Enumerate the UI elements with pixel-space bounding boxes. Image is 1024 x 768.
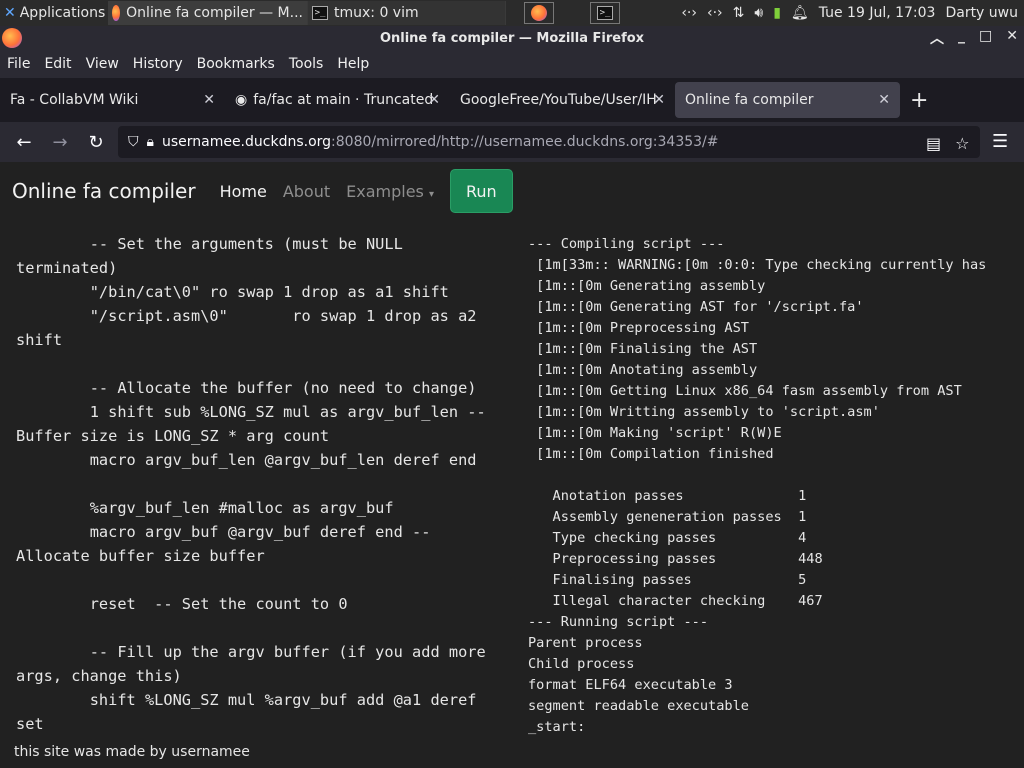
new-tab-icon[interactable]: + — [910, 88, 928, 113]
terminal-icon: >_ — [597, 6, 613, 20]
site-navbar: Online fa compiler Home About Examples ▾… — [0, 162, 1024, 220]
battery-icon[interactable]: ▮ — [773, 5, 781, 21]
github-icon: ◉ — [235, 92, 248, 108]
menu-help[interactable]: Help — [330, 56, 376, 72]
xfce-logo-icon: ✕ — [4, 5, 16, 21]
applications-menu[interactable]: ✕ Applications ⁝ — [0, 0, 108, 26]
tab-bar: Fa - CollabVM Wiki ✕ ◉ fa/fac at main · … — [0, 78, 1024, 122]
system-tray: ‹·› ‹·› ⇅ 🔊︎ ▮ 🔔︎ Tue 19 Jul, 17:03 Dart… — [681, 5, 1024, 21]
tab-label: Fa - CollabVM Wiki — [10, 92, 139, 108]
caret-down-icon: ▾ — [428, 188, 435, 200]
menu-bookmarks[interactable]: Bookmarks — [190, 56, 282, 72]
url-bar[interactable]: ⛉ 🔒︎ usernamee.duckdns.org:8080/mirrored… — [118, 126, 980, 158]
updown-icon[interactable]: ⇅ — [733, 5, 745, 21]
firefox-icon — [2, 28, 22, 48]
url-host: usernamee.duckdns.org — [161, 134, 332, 150]
back-icon[interactable]: ← — [6, 132, 42, 153]
url-path: :8080/mirrored/http://usernamee.duckdns.… — [331, 134, 719, 150]
menu-history[interactable]: History — [126, 56, 190, 72]
desktop-panel: ✕ Applications ⁝ Online fa compiler — M.… — [0, 0, 1024, 26]
forward-icon[interactable]: → — [42, 132, 78, 153]
terminal-icon: >_ — [312, 6, 328, 20]
nav-about[interactable]: About — [283, 182, 330, 201]
menu-file[interactable]: File — [0, 56, 37, 72]
firefox-icon — [531, 5, 547, 21]
taskbar-window-tmux[interactable]: >_ tmux: 0 vim — [308, 1, 506, 25]
run-button[interactable]: Run — [450, 169, 513, 213]
reader-view-icon[interactable]: ▤ — [926, 134, 941, 153]
nav-examples[interactable]: Examples ▾ — [346, 182, 434, 201]
menu-view[interactable]: View — [79, 56, 126, 72]
tab-github[interactable]: ◉ fa/fac at main · Truncated ✕ — [225, 82, 450, 118]
lock-icon[interactable]: 🔒︎ — [147, 134, 154, 150]
site-brand[interactable]: Online fa compiler — [12, 179, 196, 203]
site-footer: this site was made by usernamee — [14, 744, 250, 760]
tab-label: Online fa compiler — [685, 92, 814, 108]
network-icon[interactable]: ‹·› — [707, 5, 723, 21]
navigation-toolbar: ← → ↻ ⛉ 🔒︎ usernamee.duckdns.org:8080/mi… — [0, 122, 1024, 162]
volume-icon[interactable]: 🔊︎ — [754, 5, 763, 21]
bell-icon[interactable]: 🔔︎ — [791, 5, 809, 21]
tab-googlefree[interactable]: GoogleFree/YouTube/User/IH ✕ — [450, 82, 675, 118]
code-editor[interactable]: -- Set the arguments (must be NULL termi… — [8, 232, 506, 752]
menu-edit[interactable]: Edit — [37, 56, 78, 72]
clock[interactable]: Tue 19 Jul, 17:03 — [819, 5, 936, 21]
tab-label: fa/fac at main · Truncated — [253, 92, 434, 108]
hamburger-menu-icon[interactable]: ☰ — [992, 131, 1008, 152]
close-icon[interactable]: ✕ — [1006, 28, 1018, 48]
menu-bar: File Edit View History Bookmarks Tools H… — [0, 50, 1024, 78]
maximize-icon[interactable]: □ — [979, 28, 992, 48]
compiler-output: --- Compiling script --- [1m[33m:: WARNI… — [528, 236, 987, 735]
launcher-terminal[interactable]: >_ — [590, 2, 620, 24]
tab-collabvm-wiki[interactable]: Fa - CollabVM Wiki ✕ — [0, 82, 225, 118]
tab-online-fa-compiler[interactable]: Online fa compiler ✕ — [675, 82, 900, 118]
taskbar-window-firefox[interactable]: Online fa compiler — M... — [108, 1, 308, 25]
tab-label: GoogleFree/YouTube/User/IH — [460, 92, 657, 108]
nav-examples-label: Examples — [346, 181, 424, 201]
bookmark-star-icon[interactable]: ☆ — [955, 134, 969, 153]
close-icon[interactable]: ✕ — [428, 92, 440, 108]
minimize-icon[interactable]: ︿ — [930, 28, 944, 48]
window-title: Online fa compiler — Mozilla Firefox — [379, 30, 645, 46]
network-icon[interactable]: ‹·› — [681, 5, 697, 21]
applications-label: Applications — [19, 5, 106, 21]
user-name[interactable]: Darty uwu — [945, 5, 1018, 21]
taskbar-window-label: Online fa compiler — M... — [126, 5, 303, 21]
page-content: Online fa compiler Home About Examples ▾… — [0, 162, 1024, 768]
taskbar-window-label: tmux: 0 vim — [334, 5, 419, 21]
minimize-button-icon[interactable]: _ — [958, 28, 965, 48]
shield-icon[interactable]: ⛉ — [128, 134, 139, 150]
close-icon[interactable]: ✕ — [653, 92, 665, 108]
close-icon[interactable]: ✕ — [878, 92, 890, 108]
launcher-firefox[interactable] — [524, 2, 554, 24]
menu-tools[interactable]: Tools — [282, 56, 331, 72]
firefox-icon — [112, 5, 121, 21]
window-titlebar: Online fa compiler — Mozilla Firefox ︿ _… — [0, 26, 1024, 50]
reload-icon[interactable]: ↻ — [78, 132, 114, 153]
nav-home[interactable]: Home — [220, 182, 267, 201]
close-icon[interactable]: ✕ — [203, 92, 215, 108]
